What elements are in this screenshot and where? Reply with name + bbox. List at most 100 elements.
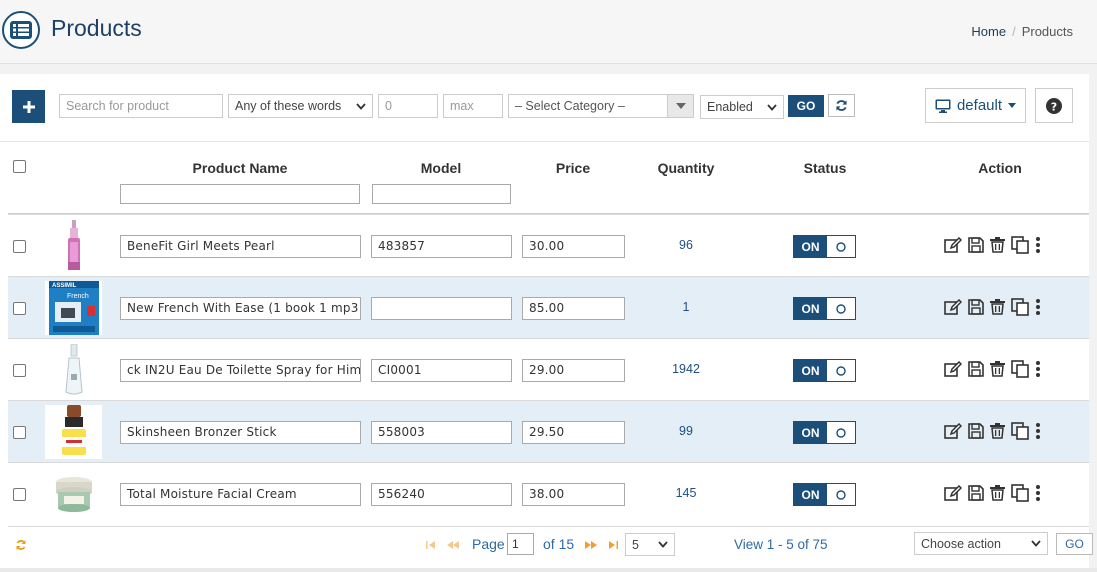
model-input[interactable] — [371, 297, 512, 320]
per-page-select[interactable]: 5 — [625, 533, 675, 556]
more-vertical-icon[interactable] — [1035, 485, 1041, 501]
previous-page-icon[interactable] — [447, 541, 459, 549]
price-input[interactable]: 38.00 — [522, 483, 625, 506]
status-off-indicator — [827, 422, 855, 443]
price-input[interactable]: 29.50 — [522, 421, 625, 444]
trash-icon[interactable] — [990, 485, 1005, 501]
help-button[interactable]: ? — [1035, 88, 1073, 123]
bulk-go-button[interactable]: GO — [1056, 533, 1093, 555]
status-toggle[interactable]: ON — [793, 359, 856, 382]
table-row: BeneFit Girl Meets Pearl 483857 30.00 96… — [8, 214, 1089, 276]
model-input[interactable]: 556240 — [371, 483, 512, 506]
save-icon[interactable] — [968, 423, 984, 439]
column-header-status[interactable]: Status — [804, 160, 847, 176]
copy-icon[interactable] — [1011, 360, 1029, 378]
add-product-button[interactable] — [12, 90, 45, 123]
product-name-input[interactable]: Skinsheen Bronzer Stick — [120, 421, 361, 444]
product-name-input[interactable]: ck IN2U Eau De Toilette Spray for Him — [120, 359, 361, 382]
status-toggle[interactable]: ON — [793, 483, 856, 506]
edit-icon[interactable] — [944, 423, 962, 439]
page-title: Products — [51, 15, 142, 41]
price-input[interactable]: 85.00 — [522, 297, 625, 320]
breadcrumb-current: Products — [1021, 24, 1073, 39]
product-thumbnail[interactable]: ASSIMIL French — [45, 281, 102, 335]
row-checkbox[interactable] — [13, 488, 26, 501]
more-vertical-icon[interactable] — [1035, 423, 1041, 439]
status-filter-select[interactable]: Enabled — [700, 95, 784, 119]
product-thumbnail[interactable] — [45, 219, 102, 273]
view-mode-dropdown[interactable]: default — [925, 88, 1026, 123]
product-thumbnail[interactable] — [45, 405, 102, 459]
trash-icon[interactable] — [990, 237, 1005, 253]
save-icon[interactable] — [968, 485, 984, 501]
edit-icon[interactable] — [944, 299, 962, 315]
column-header-price[interactable]: Price — [556, 160, 590, 176]
reset-icon[interactable] — [15, 539, 27, 551]
status-on-label: ON — [794, 360, 827, 381]
model-filter-input[interactable] — [372, 184, 511, 204]
table-row: Total Moisture Facial Cream 556240 38.00… — [8, 462, 1089, 524]
product-name-input[interactable]: New French With Ease (1 book 1 mp3 CD) — [120, 297, 361, 320]
more-vertical-icon[interactable] — [1035, 237, 1041, 253]
table-row: ASSIMIL French New French With Ease (1 bo… — [8, 276, 1089, 338]
status-toggle[interactable]: ON — [793, 421, 856, 444]
status-toggle[interactable]: ON — [793, 297, 856, 320]
more-vertical-icon[interactable] — [1035, 299, 1041, 315]
more-vertical-icon[interactable] — [1035, 361, 1041, 377]
row-checkbox[interactable] — [13, 426, 26, 439]
copy-icon[interactable] — [1011, 298, 1029, 316]
column-header-product-name[interactable]: Product Name — [193, 160, 288, 176]
product-thumbnail[interactable] — [45, 343, 102, 397]
page-label: Page — [472, 536, 505, 552]
search-input[interactable]: Search for product — [59, 94, 223, 118]
bulk-action-select[interactable]: Choose action — [914, 532, 1048, 555]
edit-icon[interactable] — [944, 237, 962, 253]
status-off-indicator — [827, 298, 855, 319]
save-icon[interactable] — [968, 361, 984, 377]
next-page-icon[interactable] — [585, 541, 597, 549]
page-number-input[interactable]: 1 — [507, 533, 534, 555]
copy-icon[interactable] — [1011, 484, 1029, 502]
product-name-input[interactable]: BeneFit Girl Meets Pearl — [120, 235, 361, 258]
model-input[interactable]: 483857 — [371, 235, 512, 258]
chevron-down-icon — [1031, 540, 1041, 547]
status-toggle[interactable]: ON — [793, 235, 856, 258]
edit-icon[interactable] — [944, 485, 962, 501]
monitor-icon — [935, 99, 951, 113]
row-actions — [944, 360, 1041, 378]
go-button[interactable]: GO — [788, 95, 824, 117]
breadcrumb-home-link[interactable]: Home — [971, 24, 1006, 39]
model-input[interactable]: 558003 — [371, 421, 512, 444]
row-checkbox[interactable] — [13, 240, 26, 253]
trash-icon[interactable] — [990, 299, 1005, 315]
refresh-button[interactable] — [828, 94, 855, 117]
name-filter-input[interactable] — [120, 184, 360, 204]
quantity-value: 1 — [682, 300, 690, 314]
price-min-input[interactable]: 0 — [378, 94, 438, 118]
status-on-label: ON — [794, 236, 827, 257]
price-input[interactable]: 29.00 — [522, 359, 625, 382]
trash-icon[interactable] — [990, 361, 1005, 377]
copy-icon[interactable] — [1011, 236, 1029, 254]
column-header-model[interactable]: Model — [421, 160, 461, 176]
product-name-input[interactable]: Total Moisture Facial Cream — [120, 483, 361, 506]
model-input[interactable]: CI0001 — [371, 359, 512, 382]
copy-icon[interactable] — [1011, 422, 1029, 440]
first-page-icon[interactable] — [426, 541, 436, 549]
row-checkbox[interactable] — [13, 364, 26, 377]
price-input[interactable]: 30.00 — [522, 235, 625, 258]
save-icon[interactable] — [968, 237, 984, 253]
last-page-icon[interactable] — [608, 541, 618, 549]
row-checkbox[interactable] — [13, 302, 26, 315]
svg-text:ASSIMIL: ASSIMIL — [52, 283, 77, 289]
column-header-quantity[interactable]: Quantity — [658, 160, 715, 176]
category-select[interactable]: – Select Category – — [508, 94, 694, 118]
edit-icon[interactable] — [944, 361, 962, 377]
price-max-input[interactable]: max — [443, 94, 503, 118]
product-thumbnail[interactable] — [45, 467, 102, 521]
match-mode-select[interactable]: Any of these words — [228, 94, 373, 118]
select-all-checkbox[interactable] — [13, 160, 26, 173]
menu-list-icon[interactable] — [2, 11, 40, 49]
save-icon[interactable] — [968, 299, 984, 315]
trash-icon[interactable] — [990, 423, 1005, 439]
